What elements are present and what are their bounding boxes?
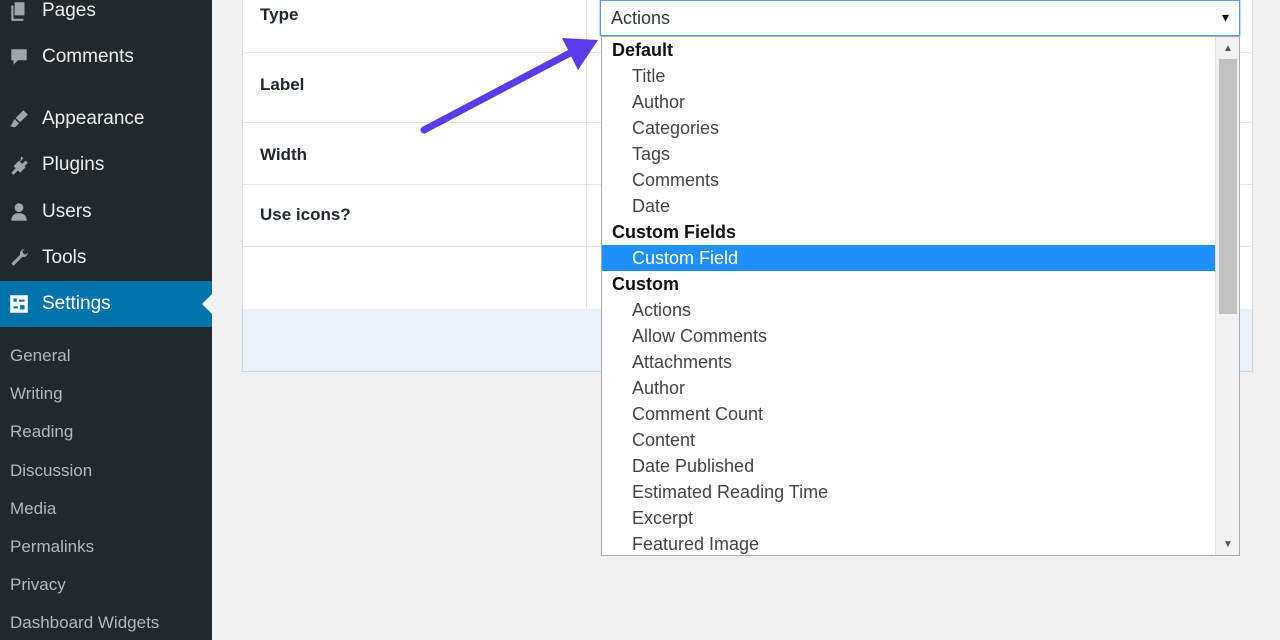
dropdown-option[interactable]: Custom Field <box>602 245 1216 271</box>
caret-down-icon: ▾ <box>1221 9 1229 25</box>
menu-item-plugins[interactable]: Plugins <box>0 142 212 188</box>
dropdown-option[interactable]: Author <box>602 89 1216 115</box>
menu-item-comments[interactable]: Comments <box>0 34 212 80</box>
dropdown-option[interactable]: Actions <box>602 297 1216 323</box>
scroll-thumb[interactable] <box>1219 59 1237 314</box>
dropdown-option[interactable]: Content <box>602 427 1216 453</box>
tools-icon <box>7 246 31 270</box>
menu-label: Users <box>42 201 92 222</box>
menu-item-settings[interactable]: Settings <box>0 281 212 327</box>
settings-icon <box>7 292 31 316</box>
admin-sidebar: Pages Comments Appearance Plugins Users … <box>0 0 212 640</box>
submenu-discussion[interactable]: Discussion <box>10 452 92 490</box>
form-label-use-icons: Use icons? <box>260 205 351 224</box>
dropdown-option[interactable]: Categories <box>602 115 1216 141</box>
scroll-up-icon[interactable]: ▲ <box>1216 39 1239 57</box>
menu-item-appearance[interactable]: Appearance <box>0 96 212 142</box>
menu-item-pages[interactable]: Pages <box>0 0 212 34</box>
dropdown-option[interactable]: Date <box>602 193 1216 219</box>
submenu-privacy[interactable]: Privacy <box>10 566 66 604</box>
dropdown-option[interactable]: Excerpt <box>602 505 1216 531</box>
dropdown-option[interactable]: Attachments <box>602 349 1216 375</box>
form-label-label: Label <box>260 75 305 94</box>
submenu-general[interactable]: General <box>10 337 70 375</box>
menu-label: Pages <box>42 0 96 21</box>
dropdown-option[interactable]: Estimated Reading Time <box>602 479 1216 505</box>
type-select[interactable]: Actions ▾ <box>600 0 1240 36</box>
form-label-width: Width <box>260 145 308 164</box>
type-select-value: Actions <box>611 7 671 28</box>
scroll-down-icon[interactable]: ▼ <box>1216 535 1239 553</box>
comments-icon <box>7 45 31 69</box>
submenu-reading[interactable]: Reading <box>10 413 73 451</box>
dropdown-option[interactable]: Allow Comments <box>602 323 1216 349</box>
form-label-type: Type <box>260 5 299 24</box>
dropdown-group-label: Default <box>612 39 674 60</box>
menu-label: Settings <box>42 293 111 314</box>
pages-icon <box>7 0 31 23</box>
menu-item-users[interactable]: Users <box>0 189 212 235</box>
dropdown-group-label: Custom <box>612 273 679 294</box>
plugins-icon <box>7 153 31 177</box>
dropdown-group-label: Custom Fields <box>612 221 737 242</box>
appearance-icon <box>7 107 31 131</box>
dropdown-option[interactable]: Date Published <box>602 453 1216 479</box>
menu-label: Tools <box>42 247 87 268</box>
dropdown-option[interactable]: Comment Count <box>602 401 1216 427</box>
dropdown-option[interactable]: Title <box>602 63 1216 89</box>
menu-label: Appearance <box>42 108 145 129</box>
menu-label: Comments <box>42 46 134 67</box>
annotation-arrow-icon <box>420 38 598 134</box>
submenu-media[interactable]: Media <box>10 490 56 528</box>
submenu-dashboard-widgets[interactable]: Dashboard Widgets <box>10 604 159 640</box>
dropdown-option[interactable]: Tags <box>602 141 1216 167</box>
users-icon <box>7 200 31 224</box>
menu-label: Plugins <box>42 154 105 175</box>
dropdown-option[interactable]: Comments <box>602 167 1216 193</box>
dropdown-option[interactable]: Featured Image <box>602 531 1216 555</box>
dropdown-option[interactable]: Author <box>602 375 1216 401</box>
dropdown-scrollbar[interactable]: ▲ ▼ <box>1215 37 1239 555</box>
submenu-permalinks[interactable]: Permalinks <box>10 528 94 566</box>
menu-item-tools[interactable]: Tools <box>0 235 212 281</box>
type-dropdown-list[interactable]: Default Title Author Categories Tags Comments… <box>601 36 1240 556</box>
submenu-writing[interactable]: Writing <box>10 375 63 413</box>
